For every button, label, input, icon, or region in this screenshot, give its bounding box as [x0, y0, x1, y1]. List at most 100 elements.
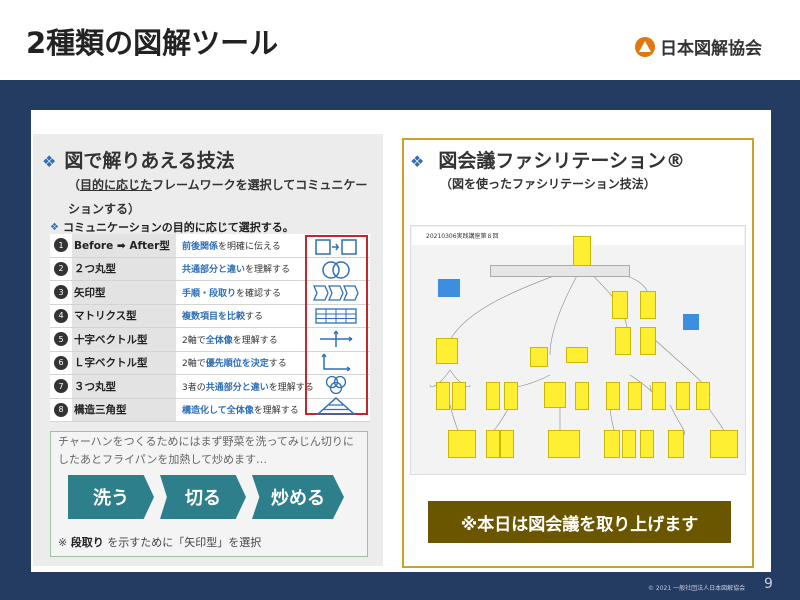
logo-text: 日本図解協会: [660, 39, 762, 59]
desc-rest: を理解する: [232, 335, 278, 346]
three-circles-icon: [325, 376, 347, 394]
left-heading: ❖ 図で解りあえる技法: [42, 146, 235, 173]
blue-card: [683, 314, 699, 330]
desc-pre: 3者の: [182, 382, 206, 393]
row-type-name: ２つ丸型: [72, 257, 176, 280]
sticky-note: [573, 236, 591, 266]
sticky-note: [612, 291, 628, 319]
desc-bold: 共通部分と違い: [182, 265, 246, 276]
desc-bold: 共通部分と違い: [205, 382, 269, 393]
sticky-note: [640, 291, 656, 319]
desc-pre: 2軸で: [182, 359, 206, 370]
desc-rest: を明確に伝える: [218, 241, 281, 252]
sticky-note: [622, 430, 636, 458]
arrows-icon: [313, 285, 359, 301]
row-number-badge: 5: [54, 332, 68, 347]
row-type-name: Ｌ字ベクトル型: [72, 351, 176, 374]
highlight-banner: ※本日は図会議を取り上げます: [428, 501, 731, 543]
copyright: © 2021 一般社団法人日本図解協会: [648, 585, 746, 592]
sticky-note: [606, 382, 620, 410]
sticky-note: [504, 382, 518, 410]
desc-rest: する: [268, 359, 287, 370]
left-subheading: （目的に応じたフレームワークを選択してコミュニケーションする）: [68, 173, 373, 221]
step-arrow-fry: 炒める: [252, 475, 344, 519]
row-number-badge: 1: [54, 238, 68, 253]
example-note: ※ 段取り を示すために「矢印型」を選択: [58, 534, 261, 550]
theme-label: [490, 265, 630, 277]
row-type-name: 構造三角型: [72, 398, 176, 421]
logo: 日本図解協会: [635, 34, 762, 59]
sticky-note: [628, 382, 642, 410]
step-arrow-wash: 洗う: [68, 475, 154, 519]
row-type-name: ３つ丸型: [72, 375, 176, 398]
sticky-note: [486, 382, 500, 410]
sticky-note: [530, 347, 548, 367]
sticky-note: [696, 382, 710, 410]
table-title-text: コミュニケーションの目的に応じて選択する。: [62, 221, 294, 234]
left-heading-text: 図で解りあえる技法: [64, 150, 235, 172]
sticky-note: [676, 382, 690, 410]
sticky-note: [452, 382, 466, 410]
step-arrow-cut: 切る: [160, 475, 246, 519]
example-text: チャーハンをつくるためにはまず野菜を洗ってみじん切りにしたあとフライパンを加熱し…: [58, 435, 354, 466]
sticky-note: [548, 430, 580, 458]
sticky-note: [710, 430, 738, 458]
sticky-note: [575, 382, 589, 410]
sticky-note: [652, 382, 666, 410]
diamond-bullet-icon: ❖: [42, 152, 57, 171]
table-title: ❖ コミュニケーションの目的に応じて選択する。: [50, 220, 370, 234]
sticky-note: [486, 430, 500, 458]
sticky-note: [615, 327, 631, 355]
sub-open: （: [68, 178, 81, 192]
note-mark: ※: [58, 536, 68, 549]
desc-rest: を理解する: [245, 265, 291, 276]
diamond-bullet-icon: ❖: [50, 221, 59, 233]
desc-bold: 優先順位を決定: [205, 359, 269, 370]
sticky-note: [436, 382, 450, 410]
note-rest: を示すために「矢印型」を選択: [107, 536, 262, 549]
sticky-note: [436, 338, 458, 364]
desc-bold: 複数項目を比較: [182, 312, 246, 323]
before-after-icon: [315, 239, 357, 255]
matrix-icon: [315, 308, 357, 324]
row-number-badge: 6: [54, 355, 68, 370]
note-bold: 段取り: [70, 536, 104, 549]
l-vector-icon: [321, 353, 351, 371]
slide-header: 2種類の図解ツール 日本図解協会: [0, 0, 800, 80]
logo-mark-icon: [635, 36, 655, 57]
whiteboard-title: 20210306実践講座第８回: [426, 233, 499, 240]
desc-bold: 構造化して全体像: [182, 406, 254, 417]
row-type-name: Before ➡ After型: [72, 234, 176, 257]
row-type-name: 十字ベクトル型: [72, 328, 176, 351]
desc-bold: 前後関係: [182, 241, 219, 252]
sticky-note: [500, 430, 514, 458]
right-subheading: （図を使ったファシリテーション技法）: [440, 177, 656, 191]
desc-rest: を確認する: [236, 288, 282, 299]
row-type-name: 矢印型: [72, 281, 176, 304]
slide-title: 2種類の図解ツール: [26, 26, 279, 60]
desc-rest: する: [245, 312, 264, 323]
row-number-badge: 3: [54, 285, 68, 300]
desc-rest: を理解する: [253, 406, 299, 417]
row-number-badge: 8: [54, 402, 68, 417]
triangle-structure-icon: [316, 397, 356, 415]
sticky-note: [448, 430, 476, 458]
sticky-note: [544, 382, 566, 408]
sticky-note: [640, 327, 656, 355]
row-number-badge: 7: [54, 379, 68, 394]
row-number-badge: 2: [54, 261, 68, 276]
sticky-note: [604, 430, 620, 458]
page-number: 9: [764, 576, 773, 592]
diamond-bullet-icon: ❖: [410, 152, 425, 171]
cross-vector-icon: [320, 330, 353, 347]
right-heading: ❖ 図会議ファシリテーション®: [410, 146, 685, 173]
desc-bold: 全体像: [205, 335, 233, 346]
right-heading-text: 図会議ファシリテーション®: [438, 150, 685, 172]
row-number-badge: 4: [54, 308, 68, 323]
desc-bold: 手順・段取り: [182, 288, 237, 299]
blue-card: [438, 279, 460, 297]
two-circles-icon: [322, 261, 350, 279]
sticky-note: [668, 430, 684, 458]
desc-pre: 2軸で: [182, 335, 206, 346]
sub-underlined: 目的に応じた: [80, 178, 153, 192]
